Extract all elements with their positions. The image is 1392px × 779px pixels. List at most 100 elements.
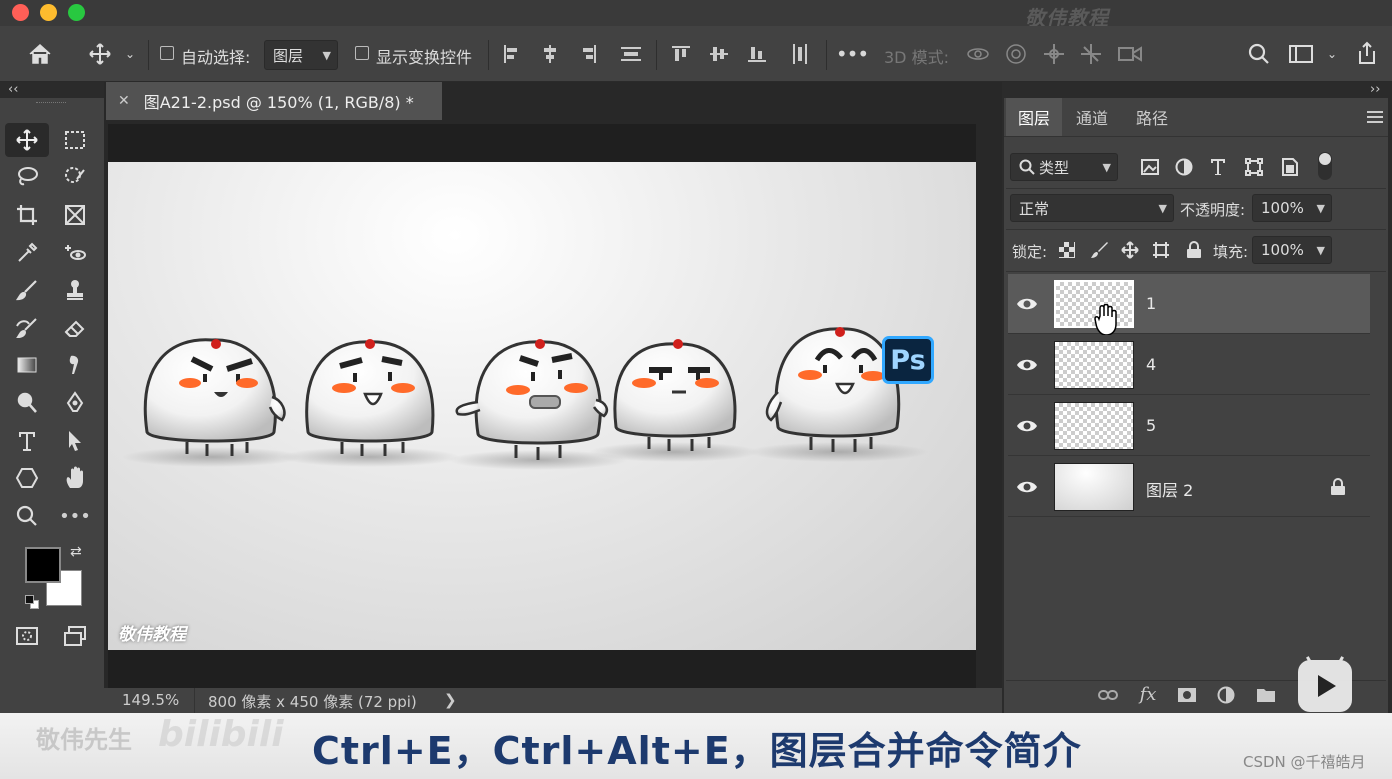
frame-tool[interactable]: [53, 198, 97, 232]
foreground-color-swatch[interactable]: [25, 547, 61, 583]
panel-menu-icon[interactable]: [1366, 108, 1384, 126]
3d-pan-icon[interactable]: [1041, 42, 1067, 66]
opacity-input[interactable]: 100% ▼: [1252, 194, 1332, 222]
link-layers-icon[interactable]: [1096, 684, 1120, 706]
close-tab-icon[interactable]: ✕: [118, 93, 130, 109]
chevron-down-icon: ▼: [1158, 201, 1167, 215]
clone-stamp-tool[interactable]: [53, 273, 97, 307]
edit-toolbar-icon[interactable]: •••: [53, 499, 97, 533]
lock-transparent-pixels-icon[interactable]: [1056, 239, 1078, 261]
3d-roll-icon[interactable]: [1003, 42, 1029, 66]
chevron-down-icon[interactable]: ⌄: [122, 44, 138, 64]
align-horizontal-center-icon[interactable]: [538, 42, 562, 66]
filter-toggle[interactable]: [1318, 152, 1332, 180]
align-bottom-icon[interactable]: [745, 42, 769, 66]
share-icon[interactable]: [1352, 38, 1382, 68]
new-adjustment-layer-icon[interactable]: [1214, 684, 1238, 706]
collapse-toolbox-icon[interactable]: ‹‹: [8, 82, 18, 98]
align-right-icon[interactable]: [576, 42, 600, 66]
lock-all-icon[interactable]: [1183, 239, 1205, 261]
new-group-icon[interactable]: [1254, 684, 1278, 706]
zoom-tool[interactable]: [5, 499, 49, 533]
eye-icon[interactable]: [1016, 477, 1038, 497]
fill-label: 填充:: [1213, 243, 1249, 261]
tab-paths[interactable]: 路径: [1124, 98, 1180, 136]
smudge-tool[interactable]: [53, 348, 97, 382]
crop-tool[interactable]: [5, 198, 49, 232]
auto-select-dropdown[interactable]: 图层 ▼: [264, 40, 338, 70]
filter-adjustment-icon[interactable]: [1172, 155, 1196, 179]
layer-row[interactable]: 1: [1008, 274, 1370, 336]
chevron-down-icon[interactable]: ⌄: [1324, 44, 1340, 64]
layer-filter-value: 类型: [1039, 158, 1070, 177]
eye-icon[interactable]: [1016, 355, 1038, 375]
fill-input[interactable]: 100% ▼: [1252, 236, 1332, 264]
home-icon[interactable]: [22, 40, 58, 68]
tab-layers[interactable]: 图层: [1006, 98, 1062, 136]
layer-filter-dropdown[interactable]: 类型 ▼: [1010, 153, 1118, 181]
move-tool-icon[interactable]: [86, 40, 114, 68]
document-tab[interactable]: ✕ 图A21-2.psd @ 150% (1, RGB/8) *: [106, 82, 442, 120]
filter-pixel-icon[interactable]: [1138, 155, 1162, 179]
align-top-icon[interactable]: [669, 42, 693, 66]
eyedropper-tool[interactable]: [5, 236, 49, 270]
shape-tool[interactable]: [5, 461, 49, 495]
screen-mode-icon[interactable]: [53, 619, 97, 653]
zoom-window-button[interactable]: [68, 4, 85, 21]
show-transform-checkbox[interactable]: [355, 46, 369, 60]
lock-artboard-icon[interactable]: [1150, 239, 1172, 261]
play-icon: [1318, 675, 1336, 697]
pen-tool[interactable]: [53, 386, 97, 420]
dodge-tool[interactable]: [5, 386, 49, 420]
lock-image-pixels-icon[interactable]: [1088, 239, 1110, 261]
opacity-value: 100%: [1261, 199, 1304, 217]
align-vertical-center-icon[interactable]: [707, 42, 731, 66]
workspace-icon[interactable]: [1287, 40, 1315, 68]
3d-scale-camera-icon[interactable]: [1115, 42, 1145, 66]
layer-row[interactable]: 5: [1008, 396, 1370, 456]
collapse-panels-icon[interactable]: ››: [1370, 82, 1380, 98]
filter-type-icon[interactable]: [1206, 155, 1230, 179]
close-window-button[interactable]: [12, 4, 29, 21]
spot-healing-tool[interactable]: [53, 236, 97, 270]
eye-icon[interactable]: [1016, 416, 1038, 436]
lock-position-icon[interactable]: [1119, 239, 1141, 261]
lasso-tool[interactable]: [5, 160, 49, 194]
more-options-icon[interactable]: •••: [836, 40, 869, 68]
3d-slide-icon[interactable]: [1078, 42, 1104, 66]
path-selection-tool[interactable]: [53, 424, 97, 458]
layer-row[interactable]: 图层 2: [1008, 457, 1370, 517]
minimize-window-button[interactable]: [40, 4, 57, 21]
quick-selection-tool[interactable]: [53, 160, 97, 194]
3d-orbit-icon[interactable]: [964, 42, 992, 66]
type-tool[interactable]: [5, 424, 49, 458]
zoom-level[interactable]: 149.5%: [122, 691, 179, 709]
brush-tool[interactable]: [5, 273, 49, 307]
tab-channels[interactable]: 通道: [1064, 98, 1120, 136]
layer-styles-fx-icon[interactable]: fx: [1134, 682, 1162, 706]
canvas[interactable]: Ps 敬伟教程: [108, 162, 976, 650]
add-mask-icon[interactable]: [1175, 684, 1199, 706]
filter-shape-icon[interactable]: [1242, 155, 1266, 179]
blend-mode-dropdown[interactable]: 正常 ▼: [1010, 194, 1174, 222]
status-menu-arrow[interactable]: ❯: [444, 691, 457, 709]
3d-mode-label: 3D 模式:: [884, 48, 949, 67]
history-brush-tool[interactable]: [5, 311, 49, 345]
search-icon[interactable]: [1245, 40, 1273, 68]
gradient-tool[interactable]: [5, 348, 49, 382]
marquee-tool[interactable]: [53, 123, 97, 157]
eye-icon[interactable]: [1016, 294, 1038, 314]
auto-select-checkbox[interactable]: [160, 46, 174, 60]
default-colors-icon[interactable]: [25, 595, 39, 609]
distribute-vertical-icon[interactable]: [618, 42, 644, 66]
video-play-button[interactable]: [1298, 653, 1352, 712]
swap-colors-icon[interactable]: ⇄: [70, 544, 82, 560]
align-left-icon[interactable]: [500, 42, 524, 66]
filter-smart-object-icon[interactable]: [1278, 155, 1302, 179]
quick-mask-icon[interactable]: [5, 619, 49, 653]
eraser-tool[interactable]: [53, 311, 97, 345]
distribute-horizontal-icon[interactable]: [788, 42, 812, 66]
move-tool[interactable]: [5, 123, 49, 157]
layer-row[interactable]: 4: [1008, 335, 1370, 395]
hand-tool[interactable]: [53, 461, 97, 495]
